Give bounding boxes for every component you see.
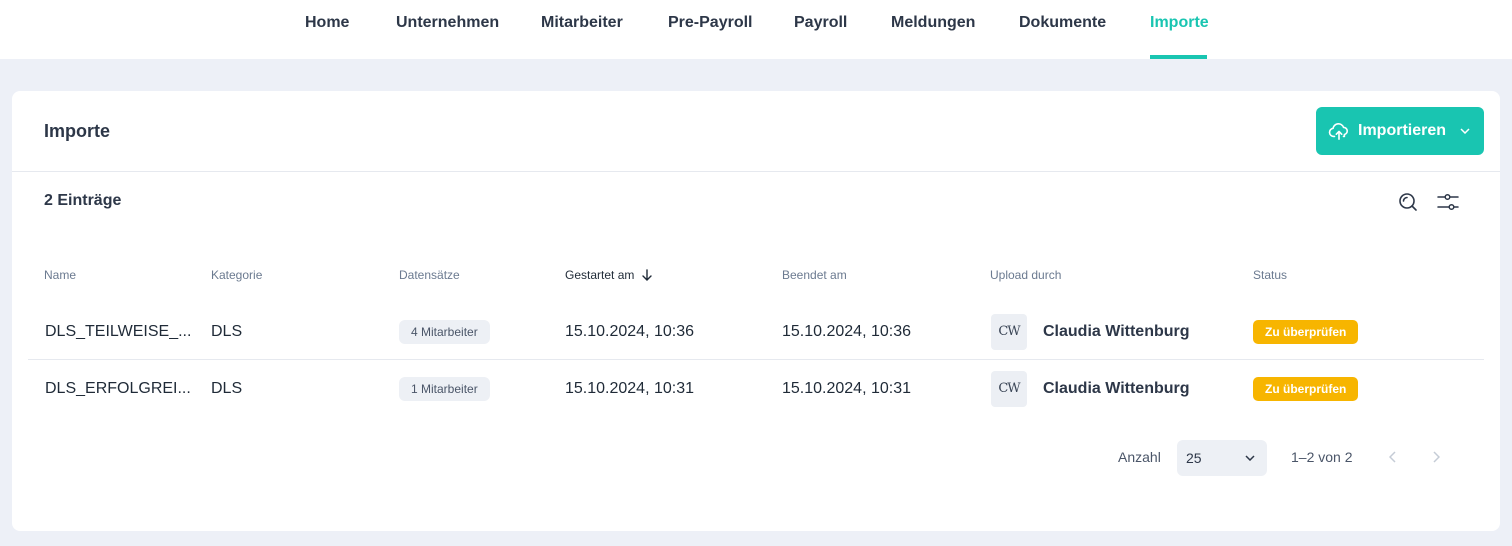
column-header-datensaetze[interactable]: Datensätze xyxy=(399,268,460,282)
filter-sliders-icon[interactable] xyxy=(1436,190,1460,214)
uploader-name: Claudia Wittenburg xyxy=(1043,322,1190,340)
ended-at: 15.10.2024, 10:36 xyxy=(782,322,912,340)
records-tag: 4 Mitarbeiter xyxy=(399,319,490,344)
page-size-value: 25 xyxy=(1186,450,1202,466)
uploader: CW Claudia Wittenburg xyxy=(991,360,1190,417)
import-button[interactable]: Importieren xyxy=(1316,107,1484,155)
table-row[interactable]: DLS_ERFOLGREI... DLS 1 Mitarbeiter 15.10… xyxy=(28,360,1484,417)
import-category: DLS xyxy=(211,379,243,397)
column-header-gestartet-am[interactable]: Gestartet am xyxy=(565,268,653,282)
page-size-select[interactable]: 25 xyxy=(1177,440,1267,476)
nav-item-dokumente[interactable]: Dokumente xyxy=(1019,14,1106,32)
nav-item-mitarbeiter[interactable]: Mitarbeiter xyxy=(541,14,623,32)
cloud-upload-icon xyxy=(1328,122,1350,140)
active-tab-indicator xyxy=(1150,55,1207,59)
import-category: DLS xyxy=(211,322,243,340)
column-header-name[interactable]: Name xyxy=(44,268,76,282)
column-header-beendet-am[interactable]: Beendet am xyxy=(782,268,847,282)
started-at: 15.10.2024, 10:31 xyxy=(565,379,695,397)
uploader-name: Claudia Wittenburg xyxy=(1043,379,1190,397)
table-row[interactable]: DLS_TEILWEISE_... DLS 4 Mitarbeiter 15.1… xyxy=(28,303,1484,360)
previous-page-icon[interactable] xyxy=(1382,447,1402,467)
nav-item-home[interactable]: Home xyxy=(305,14,349,32)
import-name: DLS_ERFOLGREI... xyxy=(45,379,191,397)
started-at: 15.10.2024, 10:36 xyxy=(565,322,695,340)
header-divider xyxy=(12,171,1500,172)
pagination-range: 1–2 von 2 xyxy=(1291,449,1353,465)
nav-item-meldungen[interactable]: Meldungen xyxy=(891,14,975,32)
sort-descending-icon xyxy=(642,269,653,281)
nav-item-unternehmen[interactable]: Unternehmen xyxy=(396,14,499,32)
avatar: CW xyxy=(991,370,1027,407)
status-badge: Zu überprüfen xyxy=(1253,319,1359,344)
page-size-label: Anzahl xyxy=(1118,449,1161,465)
column-header-kategorie[interactable]: Kategorie xyxy=(211,268,262,282)
import-name: DLS_TEILWEISE_... xyxy=(45,322,192,340)
records-tag: 1 Mitarbeiter xyxy=(399,376,490,401)
nav-item-pre-payroll[interactable]: Pre-Payroll xyxy=(668,14,752,32)
top-navigation: Home Unternehmen Mitarbeiter Pre-Payroll… xyxy=(0,0,1512,59)
column-header-gestartet-am-label: Gestartet am xyxy=(565,268,635,282)
import-button-label: Importieren xyxy=(1358,122,1447,139)
uploader: CW Claudia Wittenburg xyxy=(991,303,1190,360)
chevron-down-icon xyxy=(1460,128,1470,134)
page-title: Importe xyxy=(44,121,111,141)
column-header-status[interactable]: Status xyxy=(1253,268,1287,282)
status-badge: Zu überprüfen xyxy=(1253,376,1359,401)
avatar: CW xyxy=(991,313,1027,350)
nav-item-importe[interactable]: Importe xyxy=(1150,14,1209,32)
next-page-icon[interactable] xyxy=(1426,447,1446,467)
search-icon[interactable] xyxy=(1396,190,1420,214)
column-header-upload-durch[interactable]: Upload durch xyxy=(990,268,1061,282)
entry-count: 2 Einträge xyxy=(44,192,122,209)
imports-card: Importe Importieren 2 Einträge Name Kate… xyxy=(12,91,1500,531)
ended-at: 15.10.2024, 10:31 xyxy=(782,379,912,397)
nav-item-payroll[interactable]: Payroll xyxy=(794,14,847,32)
chevron-down-icon xyxy=(1245,455,1255,461)
